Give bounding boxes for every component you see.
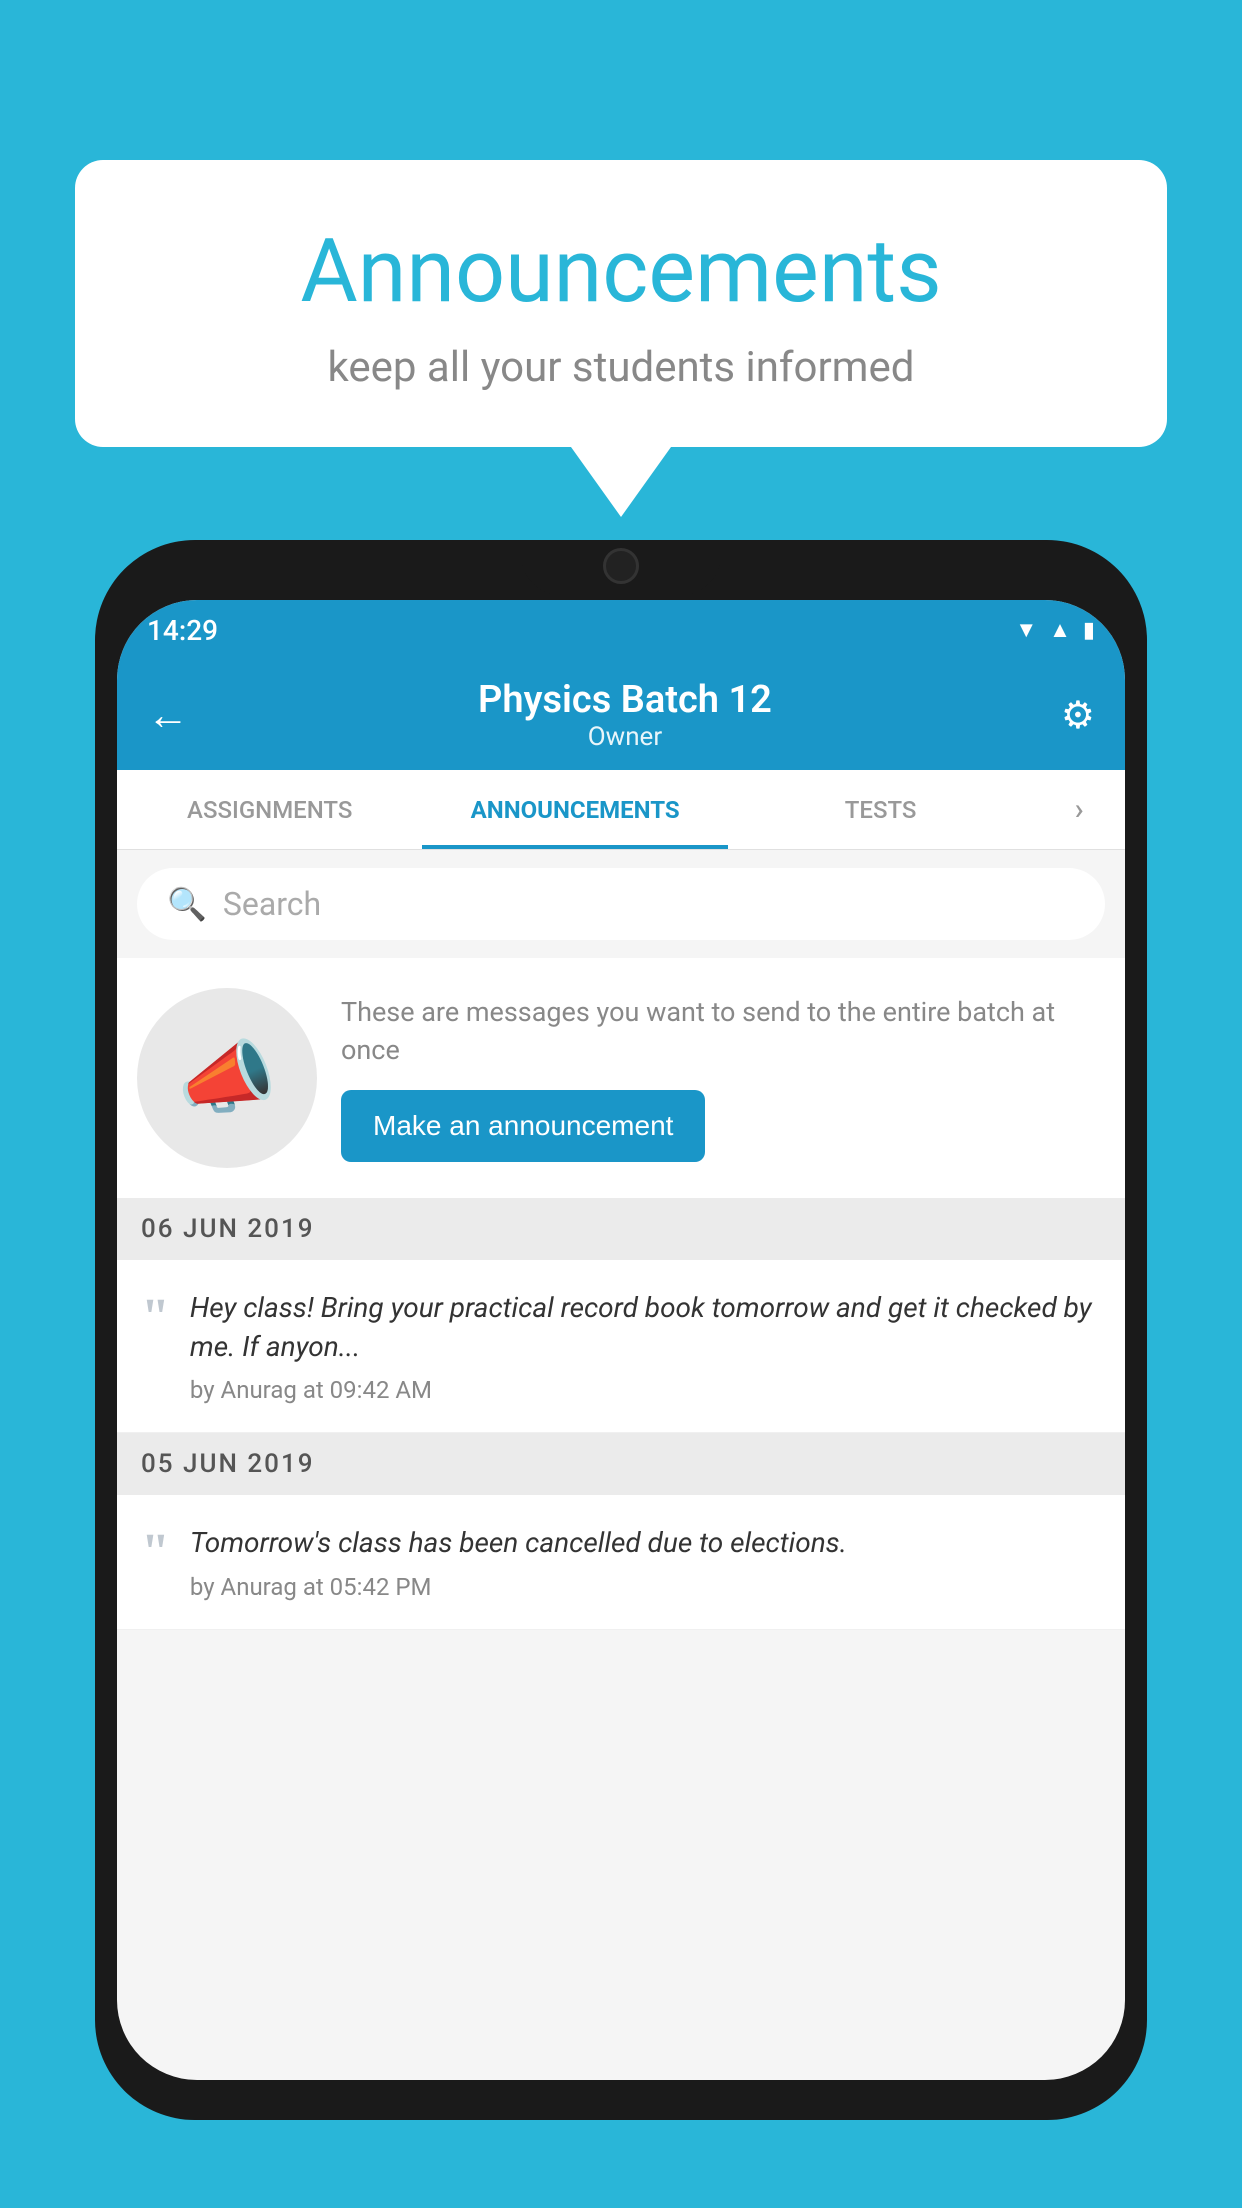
phone-frame: 14:29 ▼ ▲ ▮ ← Physics Batch 12 Owner ⚙ [95, 540, 1147, 2120]
tab-bar: ASSIGNMENTS ANNOUNCEMENTS TESTS › [117, 770, 1125, 850]
speech-bubble-card: Announcements keep all your students inf… [75, 160, 1167, 447]
announcement-message-2: Tomorrow's class has been cancelled due … [190, 1523, 1101, 1562]
battery-icon: ▮ [1083, 618, 1095, 643]
speech-bubble-title: Announcements [155, 220, 1087, 323]
megaphone-icon: 📣 [177, 1031, 277, 1125]
announcement-icon-circle: 📣 [137, 988, 317, 1168]
tab-announcements[interactable]: ANNOUNCEMENTS [422, 770, 727, 849]
front-camera [603, 548, 639, 584]
announcement-item-1: " Hey class! Bring your practical record… [117, 1260, 1125, 1433]
phone-screen: 14:29 ▼ ▲ ▮ ← Physics Batch 12 Owner ⚙ [117, 600, 1125, 2080]
tab-more[interactable]: › [1033, 770, 1125, 849]
quote-icon-2: " [141, 1527, 170, 1579]
batch-role: Owner [189, 722, 1061, 752]
content-area: 🔍 Search 📣 These are messages you want t… [117, 850, 1125, 1630]
batch-title: Physics Batch 12 [189, 678, 1061, 722]
speech-bubble-arrow [571, 447, 671, 517]
status-icons: ▼ ▲ ▮ [1015, 617, 1095, 643]
phone-notch [521, 540, 721, 595]
app-header: ← Physics Batch 12 Owner ⚙ [117, 660, 1125, 770]
date-separator-2: 05 JUN 2019 [117, 1433, 1125, 1495]
announcement-description: These are messages you want to send to t… [341, 994, 1105, 1070]
date-separator-1: 06 JUN 2019 [117, 1198, 1125, 1260]
settings-icon[interactable]: ⚙ [1061, 693, 1095, 738]
announcement-text-1: Hey class! Bring your practical record b… [190, 1288, 1101, 1404]
tab-tests[interactable]: TESTS [728, 770, 1033, 849]
speech-bubble-section: Announcements keep all your students inf… [75, 160, 1167, 517]
announcement-message-1: Hey class! Bring your practical record b… [190, 1288, 1101, 1366]
status-time: 14:29 [147, 614, 218, 647]
announcement-prompt: 📣 These are messages you want to send to… [117, 958, 1125, 1198]
search-bar[interactable]: 🔍 Search [137, 868, 1105, 940]
header-title-block: Physics Batch 12 Owner [189, 678, 1061, 752]
signal-icon: ▲ [1049, 617, 1071, 643]
announcement-prompt-right: These are messages you want to send to t… [341, 994, 1105, 1162]
back-button[interactable]: ← [147, 691, 189, 740]
announcement-meta-2: by Anurag at 05:42 PM [190, 1573, 1101, 1601]
make-announcement-button[interactable]: Make an announcement [341, 1090, 705, 1162]
search-icon: 🔍 [167, 885, 207, 923]
announcement-item-2: " Tomorrow's class has been cancelled du… [117, 1495, 1125, 1629]
phone-wrapper: 14:29 ▼ ▲ ▮ ← Physics Batch 12 Owner ⚙ [95, 540, 1147, 2208]
search-placeholder: Search [223, 885, 321, 923]
speech-bubble-subtitle: keep all your students informed [155, 343, 1087, 392]
status-bar: 14:29 ▼ ▲ ▮ [117, 600, 1125, 660]
wifi-icon: ▼ [1015, 617, 1037, 643]
quote-icon-1: " [141, 1292, 170, 1344]
tab-assignments[interactable]: ASSIGNMENTS [117, 770, 422, 849]
announcement-meta-1: by Anurag at 09:42 AM [190, 1376, 1101, 1404]
announcement-text-2: Tomorrow's class has been cancelled due … [190, 1523, 1101, 1600]
